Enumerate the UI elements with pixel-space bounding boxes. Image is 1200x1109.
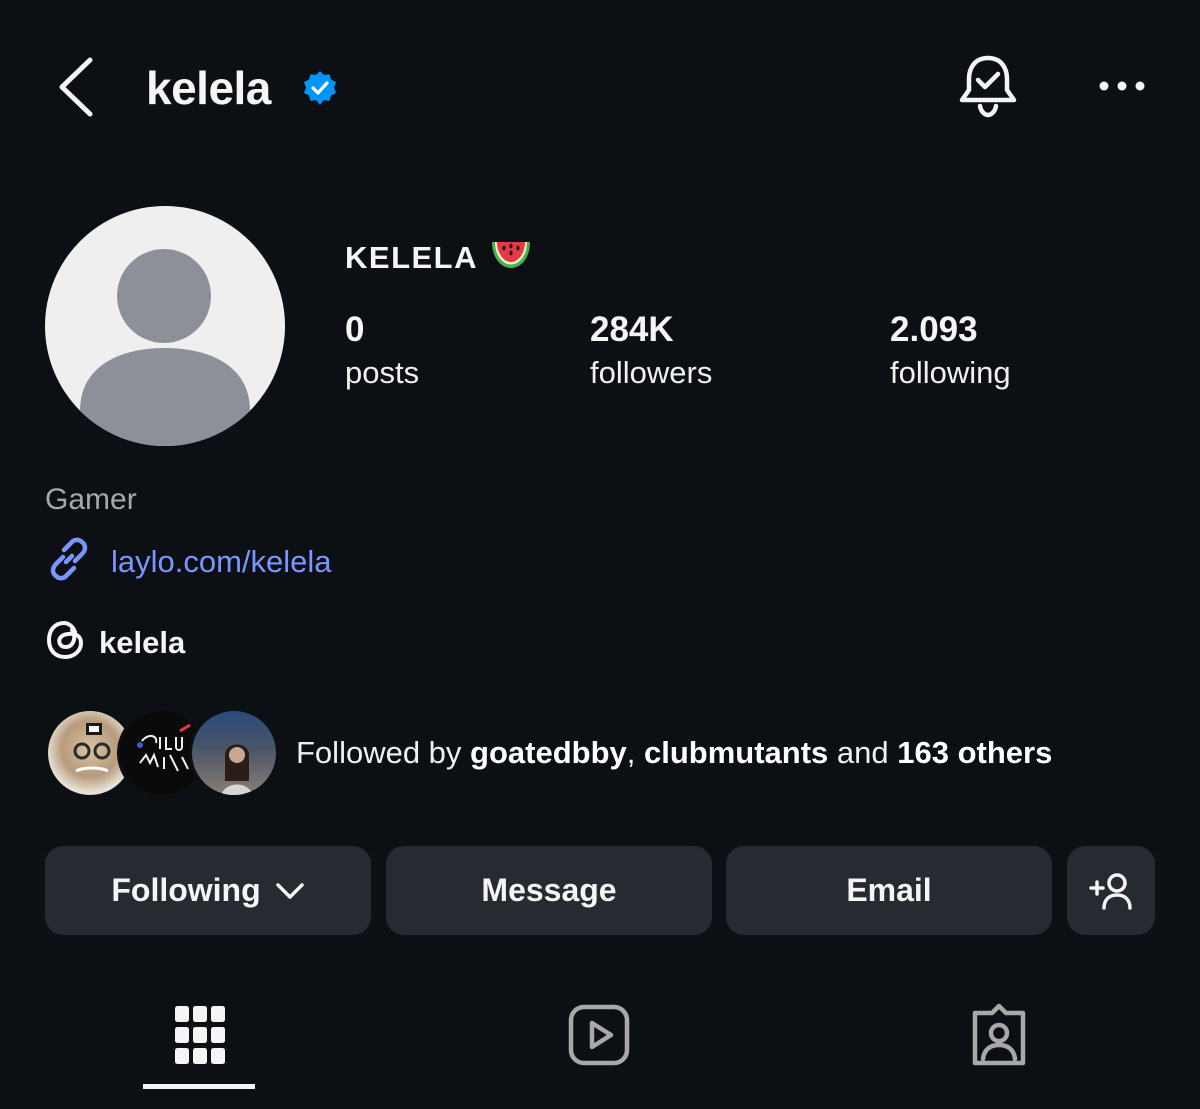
suggested-users-button[interactable] bbox=[1067, 846, 1155, 935]
stat-posts-label: posts bbox=[345, 355, 420, 390]
bio-link-text: laylo.com/kelela bbox=[111, 543, 332, 579]
stat-followers[interactable]: 284K followers bbox=[590, 308, 712, 394]
chevron-left-icon bbox=[59, 57, 93, 117]
followed-by-prefix: Followed by bbox=[296, 735, 471, 770]
tab-tagged[interactable] bbox=[954, 990, 1044, 1080]
followed-by-others[interactable]: 163 others bbox=[897, 735, 1052, 770]
chevron-down-icon bbox=[275, 872, 305, 909]
threads-link[interactable]: kelela bbox=[45, 618, 185, 667]
more-horizontal-icon bbox=[1099, 81, 1145, 91]
link-icon bbox=[45, 535, 93, 588]
add-person-icon bbox=[1089, 872, 1132, 910]
email-button[interactable]: Email bbox=[726, 846, 1052, 935]
header-username: kelela bbox=[146, 62, 271, 114]
stat-following[interactable]: 2.093 following bbox=[890, 308, 1011, 394]
stat-followers-label: followers bbox=[590, 355, 713, 390]
reels-icon bbox=[568, 1004, 630, 1066]
display-name: KELELA bbox=[345, 236, 532, 280]
stat-following-value: 2.093 bbox=[890, 310, 978, 349]
active-tab-indicator bbox=[143, 1084, 255, 1089]
stat-posts[interactable]: 0 posts bbox=[345, 308, 419, 394]
stat-followers-value: 284K bbox=[590, 310, 674, 349]
message-button-label: Message bbox=[481, 872, 617, 908]
notifications-button[interactable] bbox=[956, 52, 1020, 120]
threads-icon bbox=[45, 618, 85, 667]
bell-check-icon bbox=[959, 55, 1017, 118]
followed-by-user-1[interactable]: goatedbby bbox=[470, 735, 627, 770]
stat-posts-value: 0 bbox=[345, 310, 365, 349]
following-button[interactable]: Following bbox=[45, 846, 371, 935]
followed-by-joiner: and bbox=[828, 735, 898, 770]
profile-avatar[interactable] bbox=[45, 206, 285, 446]
grid-icon bbox=[175, 1006, 225, 1064]
message-button[interactable]: Message bbox=[386, 846, 712, 935]
verified-badge-icon bbox=[302, 70, 338, 106]
more-options-button[interactable] bbox=[1096, 74, 1148, 98]
email-button-label: Email bbox=[846, 872, 932, 908]
bio-link[interactable]: laylo.com/kelela bbox=[45, 535, 332, 588]
mutual-avatar-3 bbox=[189, 708, 279, 798]
tab-posts-grid[interactable] bbox=[155, 990, 245, 1080]
tagged-icon bbox=[972, 1003, 1026, 1066]
stat-following-label: following bbox=[890, 355, 1011, 390]
followed-by-user-2[interactable]: clubmutants bbox=[644, 735, 828, 770]
display-name-text: KELELA bbox=[345, 240, 478, 275]
back-button[interactable] bbox=[52, 54, 102, 120]
watermelon-icon bbox=[490, 236, 532, 280]
tab-reels[interactable] bbox=[554, 990, 644, 1080]
mutual-followers-avatars[interactable] bbox=[45, 708, 279, 800]
followed-by-text[interactable]: Followed by goatedbby, clubmutants and 1… bbox=[296, 731, 1052, 775]
followed-by-separator: , bbox=[626, 735, 644, 770]
following-button-label: Following bbox=[111, 872, 261, 908]
bio-category: Gamer bbox=[45, 483, 137, 516]
threads-handle: kelela bbox=[99, 624, 186, 660]
default-avatar-icon bbox=[80, 249, 250, 446]
